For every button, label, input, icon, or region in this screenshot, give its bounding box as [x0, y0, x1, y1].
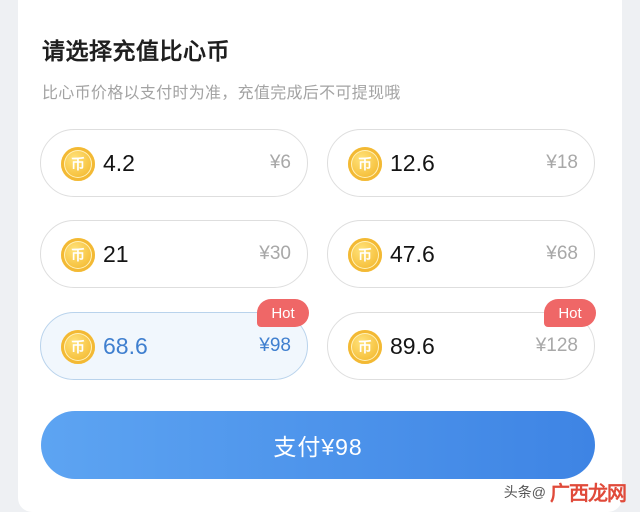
hot-badge: Hot: [544, 299, 596, 327]
coin-icon: 币: [348, 330, 382, 364]
recharge-option-89-6[interactable]: 币 89.6 ¥128 Hot: [327, 299, 596, 380]
coin-amount: 4.2: [103, 150, 135, 176]
recharge-option-4-2[interactable]: 币 4.2 ¥6: [40, 129, 308, 197]
watermark-prefix: 头条@: [503, 483, 546, 500]
recharge-option-21[interactable]: 币 21 ¥30: [40, 220, 308, 288]
watermark: 头条@ 广西龙网: [503, 477, 627, 506]
recharge-option-12-6[interactable]: 币 12.6 ¥18: [327, 129, 595, 197]
coin-amount: 12.6: [390, 150, 435, 176]
option-price: ¥98: [259, 335, 291, 356]
option-price: ¥6: [269, 152, 291, 173]
coin-icon: 币: [61, 147, 95, 181]
coin-icon: 币: [348, 238, 382, 272]
page-title: 请选择充值比心币: [42, 38, 230, 64]
option-price: ¥68: [546, 243, 578, 264]
coin-icon: 币: [61, 330, 95, 364]
coin-icon: 币: [61, 238, 95, 272]
option-price: ¥30: [259, 243, 291, 264]
recharge-option-47-6[interactable]: 币 47.6 ¥68: [327, 220, 595, 288]
option-price: ¥18: [546, 152, 578, 173]
coin-amount: 21: [103, 241, 129, 267]
hot-badge: Hot: [257, 299, 309, 327]
page-subtitle: 比心币价格以支付时为准，充值完成后不可提现哦: [42, 85, 401, 102]
coin-amount: 47.6: [390, 241, 435, 267]
pay-button[interactable]: 支付¥98: [41, 411, 595, 479]
recharge-option-68-6[interactable]: 币 68.6 ¥98 Hot: [40, 299, 309, 380]
option-price: ¥128: [535, 335, 578, 356]
coin-icon: 币: [348, 147, 382, 181]
watermark-logo: 广西龙网: [550, 483, 627, 505]
coin-amount: 89.6: [390, 333, 435, 359]
coin-amount: 68.6: [103, 333, 148, 359]
